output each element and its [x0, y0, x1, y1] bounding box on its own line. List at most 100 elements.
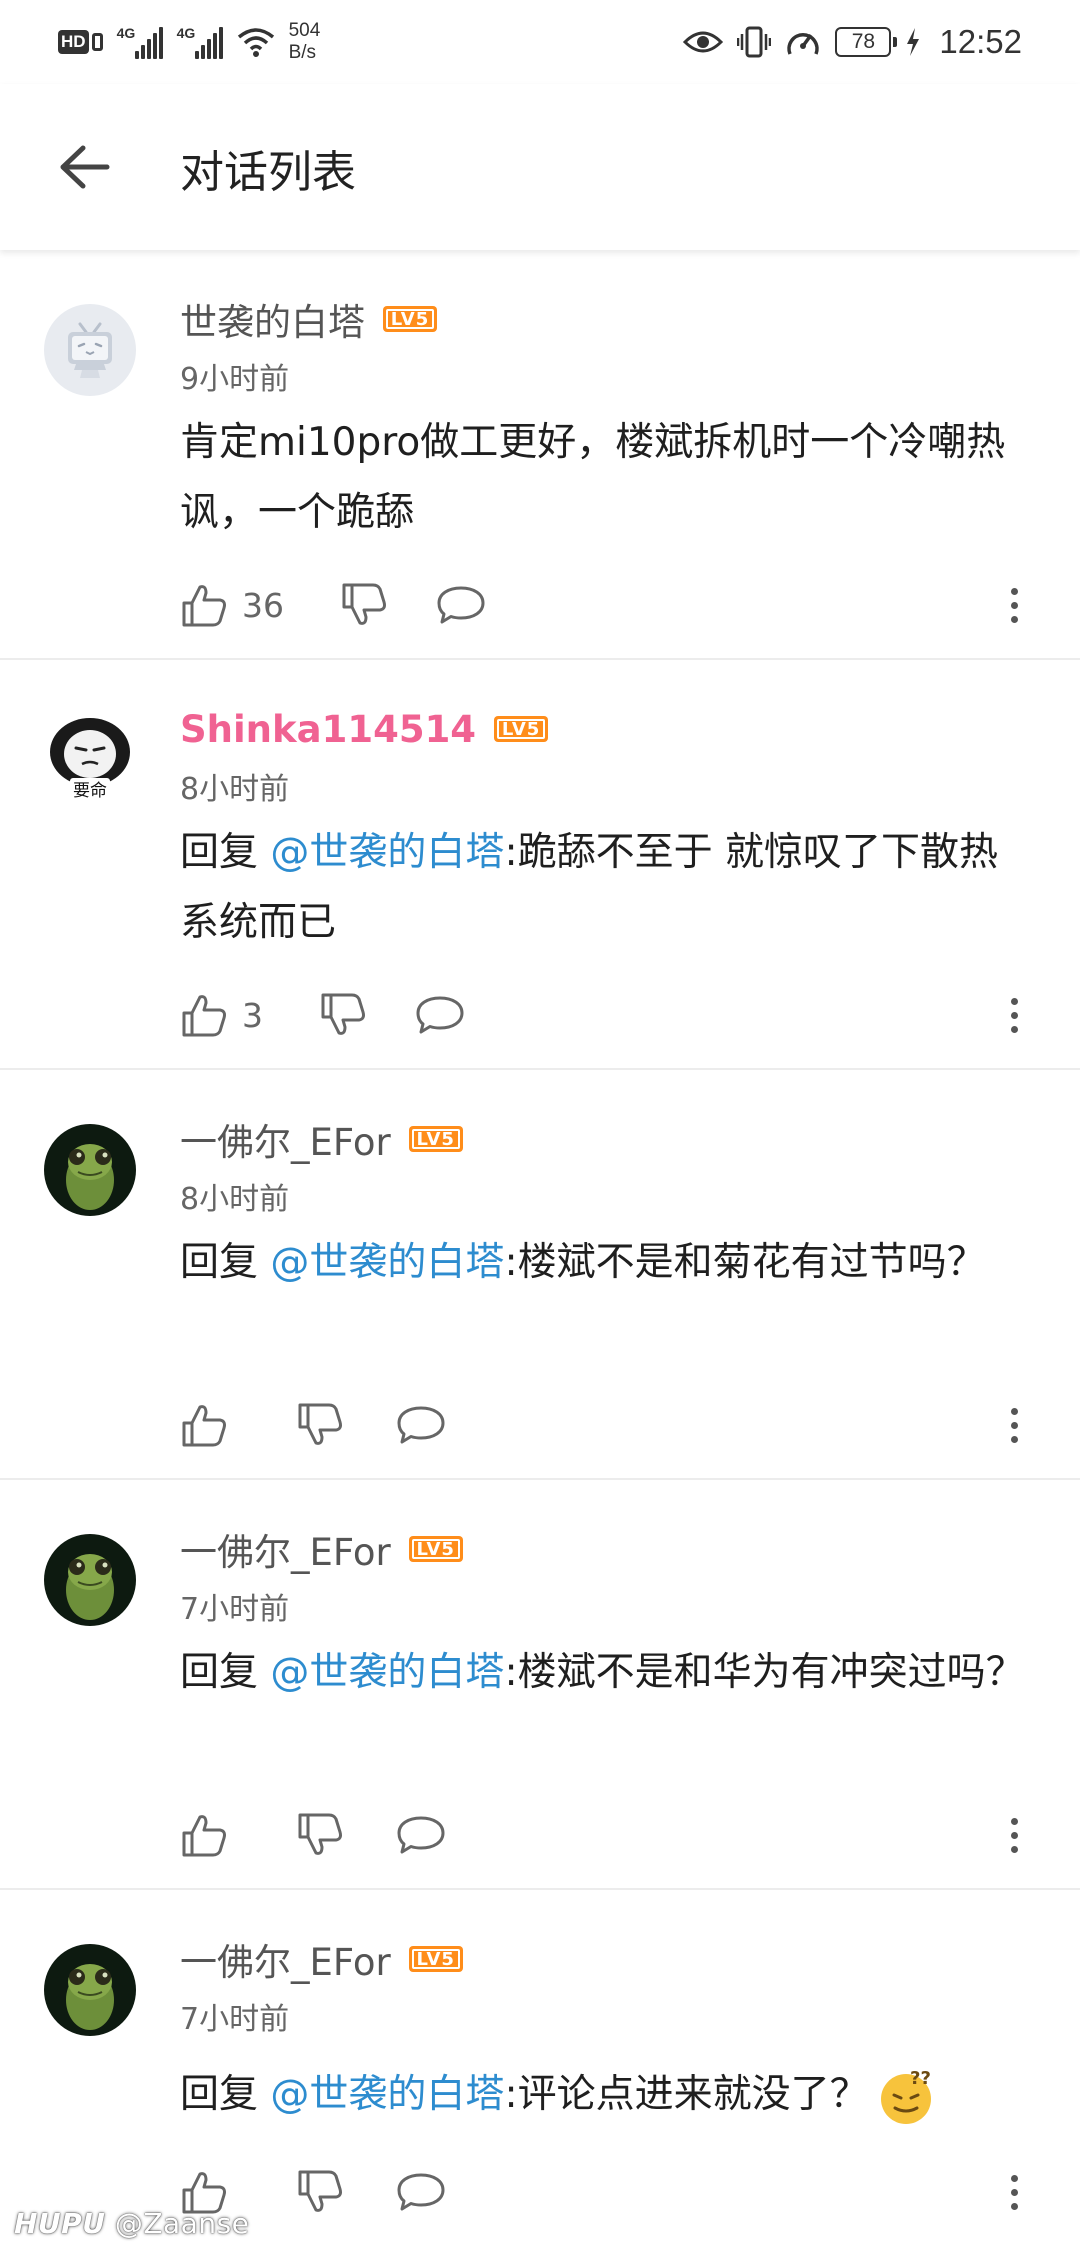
more-vertical-icon	[1010, 2174, 1018, 2182]
avatar[interactable]	[44, 1534, 136, 1626]
page-title: 对话列表	[180, 147, 356, 198]
more-vertical-icon	[1010, 1817, 1018, 1825]
username[interactable]: 世袭的白塔	[180, 292, 365, 346]
reply-button[interactable]	[415, 985, 465, 1045]
username[interactable]: Shinka114514	[180, 708, 476, 751]
more-vertical-icon	[1010, 587, 1018, 595]
thumb-down-icon	[298, 2170, 342, 2212]
confused-emoji-icon: ??	[880, 2068, 931, 2124]
thumb-up-icon	[182, 1405, 226, 1447]
reply-button[interactable]	[396, 2162, 446, 2222]
reply-prefix: 回复	[180, 1240, 259, 1285]
clock: 12:52	[939, 23, 1022, 60]
level-badge: LV5	[383, 306, 437, 332]
battery-icon: 78	[835, 27, 898, 57]
hd-icon: HD	[58, 30, 103, 54]
reply-prefix: 回复	[180, 1650, 259, 1695]
frog-avatar-icon	[44, 1944, 136, 2036]
more-options-button[interactable]	[994, 575, 1034, 635]
watermark-brand: HUPU	[14, 2207, 106, 2240]
frog-avatar-icon	[44, 1534, 136, 1626]
level-badge: LV5	[408, 1126, 463, 1152]
dislike-button[interactable]	[296, 1805, 344, 1865]
comment-actions: 36	[180, 575, 486, 635]
timestamp: 7小时前	[180, 1592, 290, 1627]
thumb-down-icon	[321, 993, 365, 1035]
comment-text[interactable]: 回复 @世袭的白塔:楼斌不是和菊花有过节吗？	[180, 1228, 1030, 1298]
net-speed-unit: B/s	[288, 42, 317, 63]
comment-text[interactable]: 肯定mi10pro做工更好，楼斌拆机时一个冷嘲热讽，一个跪舔	[180, 408, 1030, 548]
sim1-network-label: 4G	[116, 25, 136, 41]
comment-header: 世袭的白塔 LV5	[180, 292, 437, 346]
like-button[interactable]	[180, 1395, 242, 1455]
comment-list[interactable]: 世袭的白塔 LV5 9小时前 肯定mi10pro做工更好，楼斌拆机时一个冷嘲热讽…	[0, 250, 1080, 2244]
level-badge: LV5	[408, 1536, 463, 1562]
comment-bubble-icon	[437, 586, 485, 624]
username[interactable]: 一佛尔_EFor	[180, 1112, 391, 1166]
dislike-button[interactable]	[296, 2162, 344, 2222]
reply-prefix: 回复	[180, 2072, 259, 2117]
network-speed: 504 B/s	[289, 20, 321, 64]
net-speed-value: 504	[288, 20, 321, 41]
avatar[interactable]	[44, 304, 136, 396]
list-item: 世袭的白塔 LV5 9小时前 肯定mi10pro做工更好，楼斌拆机时一个冷嘲热讽…	[0, 250, 1080, 660]
timestamp: 8小时前	[180, 1182, 290, 1217]
mention-link[interactable]: @世袭的白塔	[270, 1650, 504, 1695]
like-count: 3	[242, 995, 263, 1035]
like-button[interactable]	[180, 1805, 242, 1865]
more-options-button[interactable]	[994, 2162, 1034, 2222]
comment-bubble-icon	[397, 1816, 445, 1854]
thumb-up-icon	[182, 1815, 226, 1857]
thumb-down-icon	[342, 583, 386, 625]
mention-link[interactable]: @世袭的白塔	[270, 1240, 504, 1285]
like-button[interactable]: 3	[180, 985, 263, 1045]
app-bar: 对话列表	[0, 84, 1080, 250]
battery-level: 78	[851, 30, 876, 53]
like-count: 36	[242, 585, 284, 625]
dislike-button[interactable]	[319, 985, 367, 1045]
list-item: 要命 Shinka114514 LV5 8小时前 回复 @世袭的白塔:跪舔不至于…	[0, 660, 1080, 1070]
username[interactable]: 一佛尔_EFor	[180, 1522, 391, 1576]
avatar[interactable]: 要命	[44, 714, 136, 806]
watermark: HUPU @Zaanse	[14, 2207, 249, 2240]
reply-prefix: 回复	[180, 830, 259, 875]
meme-face-avatar-icon: 要命	[44, 714, 136, 806]
thumb-down-icon	[298, 1403, 342, 1445]
comment-text[interactable]: 回复 @世袭的白塔:楼斌不是和华为有冲突过吗？	[180, 1638, 1030, 1708]
watermark-handle: @Zaanse	[114, 2207, 250, 2240]
frog-avatar-icon	[44, 1124, 136, 1216]
mention-link[interactable]: @世袭的白塔	[270, 830, 504, 875]
dislike-button[interactable]	[296, 1395, 344, 1455]
mention-link[interactable]: @世袭的白塔	[270, 2072, 504, 2117]
comment-text[interactable]: 回复 @世袭的白塔:评论点进来就没了？ ??	[180, 2060, 1030, 2130]
more-options-button[interactable]	[994, 1805, 1034, 1865]
comment-bubble-icon	[416, 996, 464, 1034]
comment-actions: 3	[180, 985, 465, 1045]
svg-text:要命: 要命	[73, 781, 107, 801]
like-button[interactable]: 36	[180, 575, 284, 635]
reply-button[interactable]	[436, 575, 486, 635]
comment-actions	[180, 1395, 446, 1455]
more-options-button[interactable]	[994, 1395, 1034, 1455]
avatar[interactable]	[44, 1944, 136, 2036]
signal-icon: 4G	[117, 25, 163, 59]
comment-bubble-icon	[397, 2173, 445, 2211]
list-item: 一佛尔_EFor LV5 7小时前 回复 @世袭的白塔:楼斌不是和华为有冲突过吗…	[0, 1480, 1080, 1890]
vibrate-icon	[737, 26, 772, 58]
list-item: 一佛尔_EFor LV5 7小时前 回复 @世袭的白塔:评论点进来就没了？ ??	[0, 1890, 1080, 2244]
avatar[interactable]	[44, 1124, 136, 1216]
username[interactable]: 一佛尔_EFor	[180, 1932, 391, 1986]
reply-button[interactable]	[396, 1395, 446, 1455]
more-options-button[interactable]	[994, 985, 1034, 1045]
hd-label: HD	[58, 30, 89, 54]
timestamp: 8小时前	[180, 772, 290, 807]
comment-bubble-icon	[397, 1406, 445, 1444]
comment-text[interactable]: 回复 @世袭的白塔:跪舔不至于 就惊叹了下散热系统而已	[180, 818, 1030, 958]
default-avatar-icon	[44, 304, 136, 396]
dislike-button[interactable]	[340, 575, 388, 635]
back-button[interactable]	[52, 134, 118, 200]
status-bar: HD 4G 4G 504 B/s 78 12:52	[0, 0, 1080, 84]
reply-button[interactable]	[396, 1805, 446, 1865]
thumb-down-icon	[298, 1813, 342, 1855]
timestamp: 7小时前	[180, 2002, 290, 2037]
